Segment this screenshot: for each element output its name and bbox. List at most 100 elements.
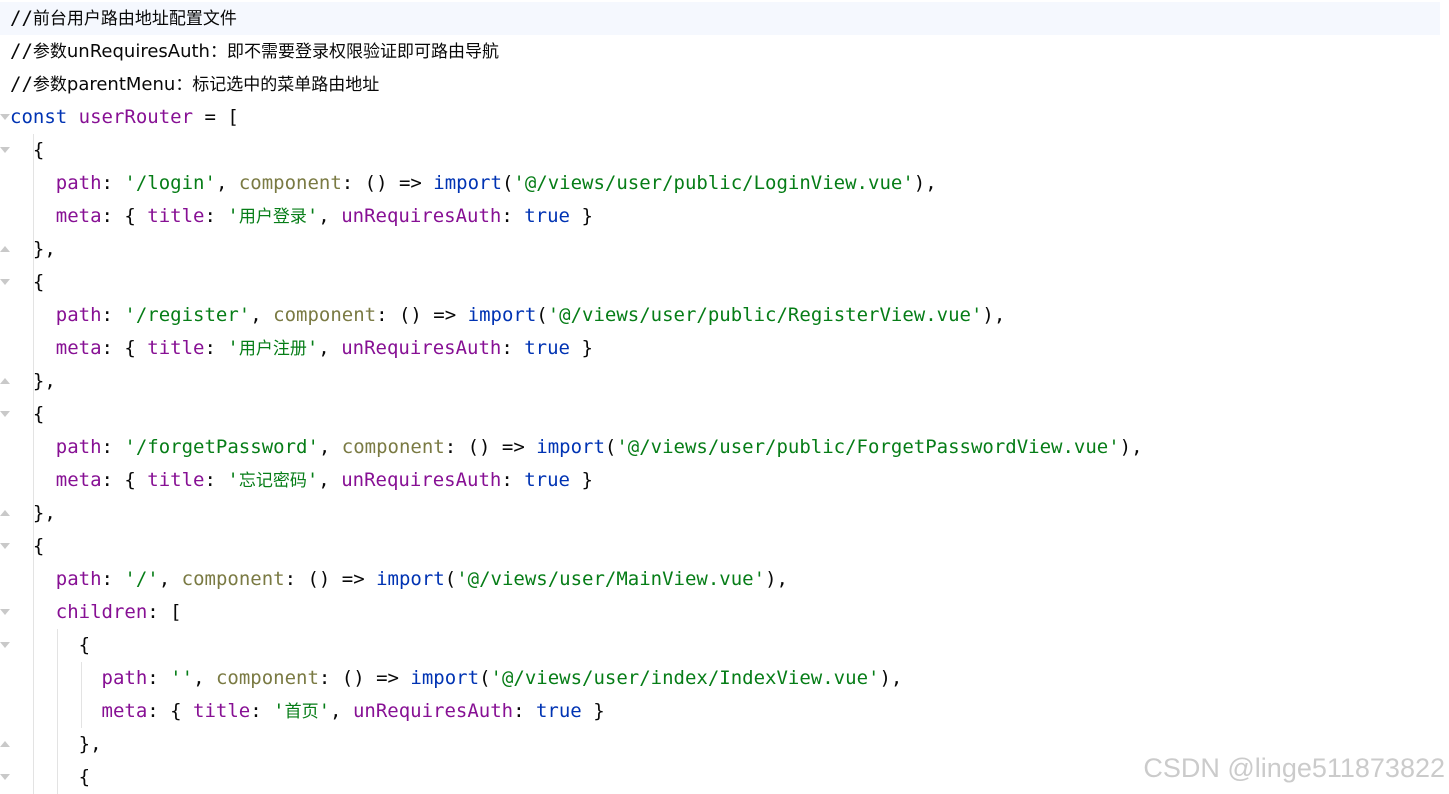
fold-collapse-icon[interactable] xyxy=(0,642,10,648)
code-token: , xyxy=(330,700,353,722)
code-token: : [ xyxy=(147,601,182,623)
code-token: : xyxy=(101,304,125,326)
code-token: : xyxy=(204,205,228,227)
indent-guide xyxy=(57,662,58,695)
indent-guide xyxy=(33,530,34,563)
code-line[interactable]: meta: { title: '用户注册', unRequiresAuth: t… xyxy=(10,332,1440,365)
code-line[interactable]: { xyxy=(10,134,1440,167)
code-line[interactable]: //前台用户路由地址配置文件 xyxy=(0,2,1440,35)
code-token: component xyxy=(341,436,445,458)
code-line[interactable]: path: '', component: () => import('@/vie… xyxy=(10,662,1440,695)
code-line[interactable]: const userRouter = [ xyxy=(10,101,1440,134)
code-token: children xyxy=(55,601,148,623)
code-token: , xyxy=(158,568,182,590)
code-token: ' xyxy=(227,337,239,359)
code-token: component xyxy=(181,568,285,590)
indent-guide xyxy=(33,134,34,167)
code-token: : xyxy=(513,700,536,722)
fold-collapse-icon[interactable] xyxy=(0,609,10,615)
code-token: ' xyxy=(227,469,239,491)
code-token: true xyxy=(535,700,582,722)
code-line[interactable]: { xyxy=(10,398,1440,431)
code-line[interactable]: meta: { title: '用户登录', unRequiresAuth: t… xyxy=(10,200,1440,233)
indent-guide xyxy=(33,266,34,299)
code-token: ：标记选中的菜单路由地址 xyxy=(175,75,380,95)
fold-collapse-icon[interactable] xyxy=(0,279,10,285)
code-token: : () => xyxy=(318,667,411,689)
code-token: parentMenu xyxy=(66,74,176,95)
code-token: '/login' xyxy=(124,172,216,194)
code-line[interactable]: path: '/forgetPassword', component: () =… xyxy=(10,431,1440,464)
code-token: , xyxy=(318,205,342,227)
code-line[interactable]: { xyxy=(10,266,1440,299)
fold-collapse-icon[interactable] xyxy=(0,147,10,153)
code-token: component xyxy=(273,304,377,326)
fold-collapse-icon[interactable] xyxy=(0,411,10,417)
fold-gutter xyxy=(0,0,10,794)
code-token: } xyxy=(581,700,605,722)
code-token: { xyxy=(10,139,45,161)
code-token: : () => xyxy=(376,304,468,326)
indent-guide xyxy=(33,497,34,530)
fold-collapse-icon[interactable] xyxy=(0,543,10,549)
code-token: ' xyxy=(227,205,239,227)
code-line[interactable]: { xyxy=(10,530,1440,563)
code-token: ), xyxy=(879,667,903,689)
code-token: , xyxy=(318,469,342,491)
code-token: meta xyxy=(55,205,102,227)
code-token: 忘记密码 xyxy=(238,471,307,491)
code-editor[interactable]: //前台用户路由地址配置文件//参数unRequiresAuth：即不需要登录权… xyxy=(0,0,1449,794)
code-line[interactable]: }, xyxy=(10,233,1440,266)
code-token: import xyxy=(536,436,605,458)
code-line[interactable]: }, xyxy=(10,365,1440,398)
fold-end-icon[interactable] xyxy=(0,741,10,747)
fold-collapse-icon[interactable] xyxy=(0,114,10,120)
code-line[interactable]: //参数unRequiresAuth：即不需要登录权限验证即可路由导航 xyxy=(10,35,1440,68)
code-token: unRequiresAuth xyxy=(341,469,502,491)
fold-end-icon[interactable] xyxy=(0,378,10,384)
code-token: } xyxy=(570,205,593,227)
indent-guide xyxy=(33,662,34,695)
code-token: { xyxy=(10,271,45,293)
code-token: : xyxy=(101,436,125,458)
fold-end-icon[interactable] xyxy=(0,510,10,516)
code-line[interactable]: path: '/', component: () => import('@/vi… xyxy=(10,563,1440,596)
indent-guide xyxy=(33,629,34,662)
code-token: 参数 xyxy=(32,42,67,62)
indent-guide xyxy=(33,596,34,629)
code-token: '/' xyxy=(124,568,159,590)
code-token: true xyxy=(524,469,570,491)
indent-guide xyxy=(81,662,82,695)
code-line[interactable]: { xyxy=(10,629,1440,662)
code-line[interactable]: children: [ xyxy=(10,596,1440,629)
code-line[interactable]: path: '/login', component: () => import(… xyxy=(10,167,1440,200)
code-token: : { xyxy=(101,205,148,227)
fold-collapse-icon[interactable] xyxy=(0,774,10,780)
code-token: = [ xyxy=(193,106,239,128)
code-line[interactable]: meta: { title: '首页', unRequiresAuth: tru… xyxy=(10,695,1440,728)
fold-end-icon[interactable] xyxy=(0,246,10,252)
code-token: true xyxy=(524,337,570,359)
indent-guide xyxy=(33,167,34,200)
code-token: '/forgetPassword' xyxy=(124,436,319,458)
code-token: 用户登录 xyxy=(238,207,307,227)
code-token: path xyxy=(101,667,148,689)
code-token: ), xyxy=(913,172,937,194)
code-line[interactable]: path: '/register', component: () => impo… xyxy=(10,299,1440,332)
indent-guide xyxy=(33,761,34,794)
code-line[interactable]: }, xyxy=(10,497,1440,530)
code-token: path xyxy=(55,568,102,590)
code-token: '/register' xyxy=(124,304,251,326)
code-line[interactable]: meta: { title: '忘记密码', unRequiresAuth: t… xyxy=(10,464,1440,497)
code-line[interactable]: //参数parentMenu：标记选中的菜单路由地址 xyxy=(10,68,1440,101)
code-token: ' xyxy=(306,337,319,359)
code-token: : xyxy=(204,337,228,359)
code-token: unRequiresAuth xyxy=(341,337,502,359)
code-area[interactable]: //前台用户路由地址配置文件//参数unRequiresAuth：即不需要登录权… xyxy=(0,2,1440,794)
indent-guide xyxy=(33,233,34,266)
code-token: }, xyxy=(10,733,102,755)
indent-guide xyxy=(33,200,34,233)
code-token: import xyxy=(467,304,537,326)
